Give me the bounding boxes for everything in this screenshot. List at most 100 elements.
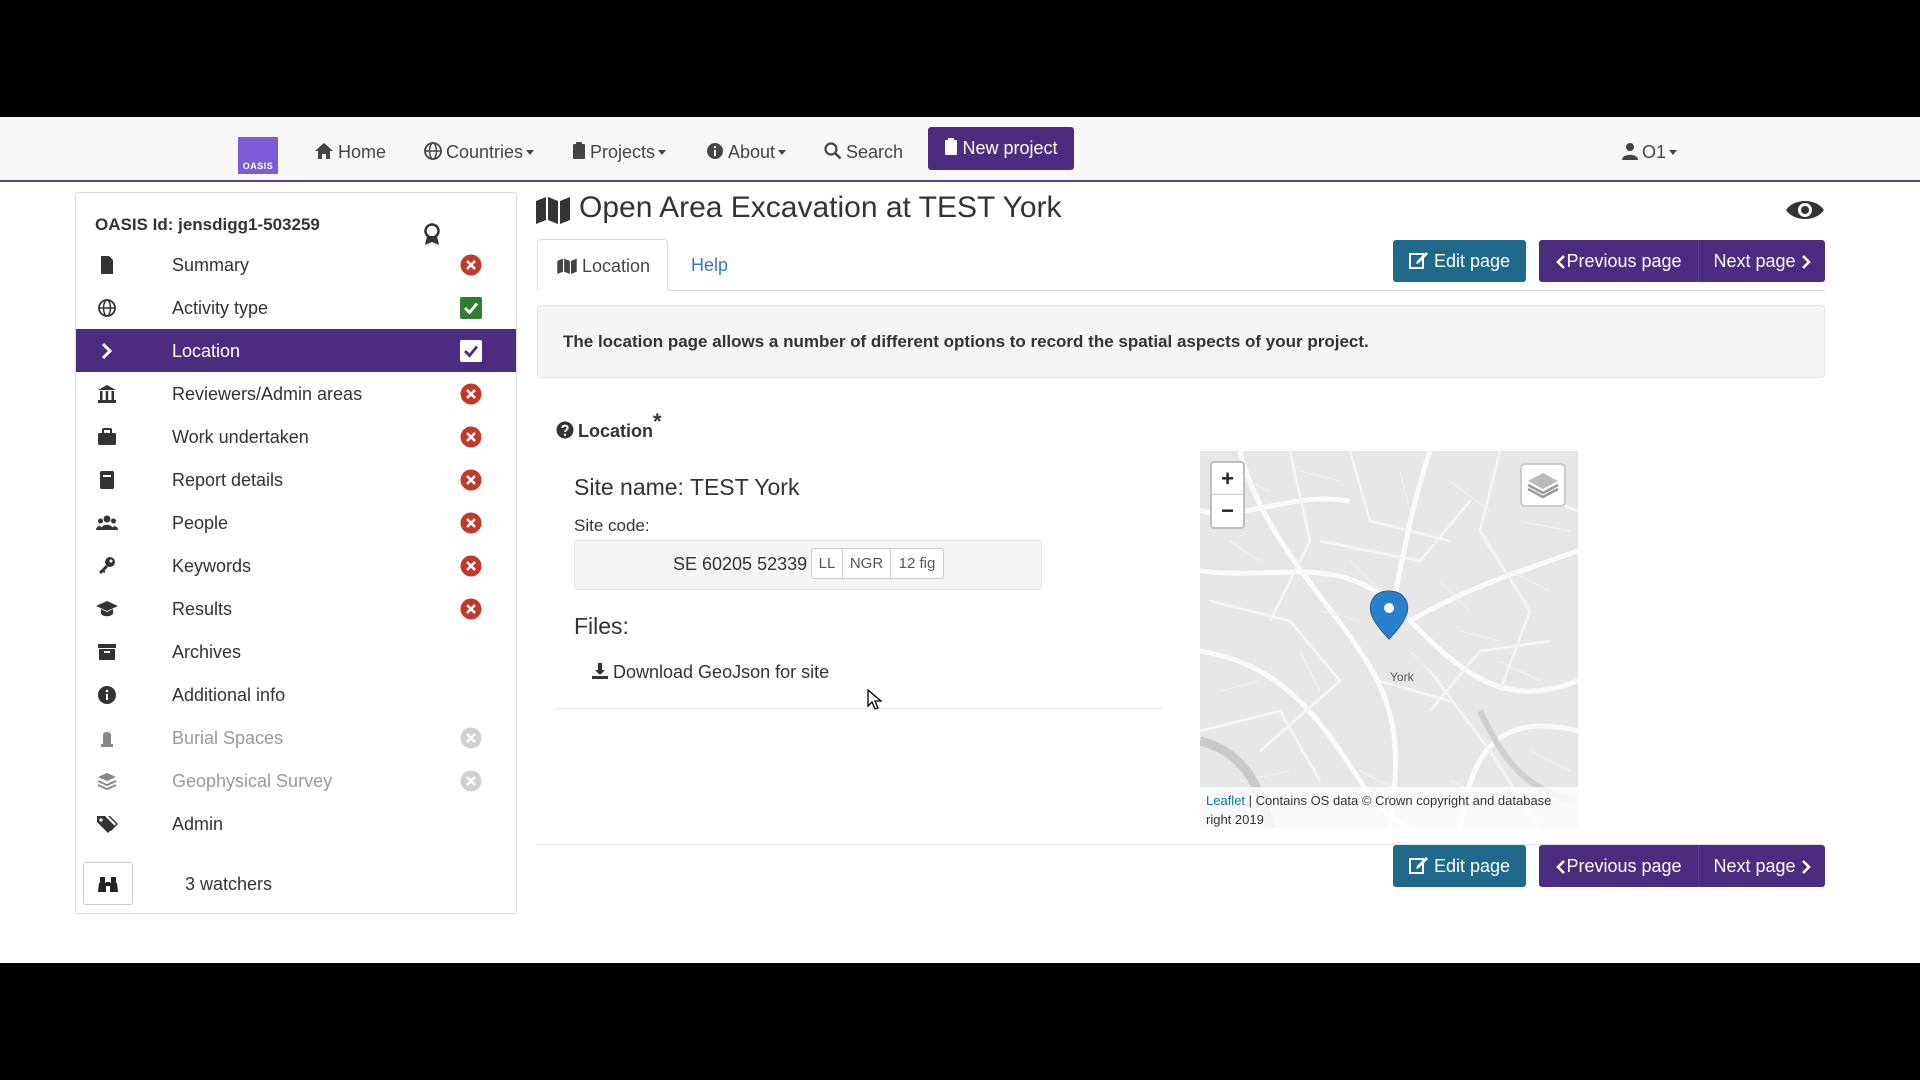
sidebar-item-geophysical-survey[interactable]: Geophysical Survey	[76, 759, 516, 802]
user-menu-label: O1	[1642, 142, 1667, 162]
sidebar-item-admin[interactable]: Admin	[76, 802, 516, 845]
home-icon	[315, 143, 333, 159]
next-page-label: Next page	[1713, 251, 1796, 271]
sidebar-item-label: Reviewers/Admin areas	[172, 384, 363, 404]
nav-countries[interactable]: Countries	[424, 137, 535, 167]
tab-location-label: Location	[582, 256, 651, 276]
new-project-button[interactable]: New project	[928, 127, 1074, 170]
nav-home[interactable]: Home	[314, 137, 386, 167]
book-icon	[100, 471, 114, 489]
zoom-in-button[interactable]: +	[1212, 463, 1243, 495]
previous-page-label: Previous page	[1566, 856, 1682, 876]
sidebar-item-additional-info[interactable]: Additional info	[76, 673, 516, 716]
map-tiles: York	[1200, 451, 1578, 829]
sidebar-item-label: Admin	[172, 814, 224, 834]
graduation-cap-icon	[96, 601, 118, 617]
sidebar-item-label: Work undertaken	[172, 427, 309, 447]
incomplete-icon	[460, 254, 482, 276]
oasis-logo[interactable]: OASIS	[238, 137, 278, 174]
previous-page-button[interactable]: Previous page	[1539, 240, 1699, 282]
info-text: The location page allows a number of dif…	[563, 332, 1369, 351]
tab-location[interactable]: Location	[537, 239, 668, 291]
sidebar-item-label: Summary	[172, 255, 250, 275]
disabled-icon	[460, 727, 482, 749]
caret-down-icon	[1669, 150, 1678, 155]
next-page-button[interactable]: Next page	[1698, 240, 1825, 282]
chevron-left-icon	[1556, 860, 1566, 874]
incomplete-icon	[460, 555, 482, 577]
next-page-button-bottom[interactable]: Next page	[1698, 845, 1825, 887]
layers-button[interactable]	[1520, 463, 1566, 507]
sidebar-item-keywords[interactable]: Keywords	[76, 544, 516, 587]
sidebar-item-label: Archives	[172, 642, 242, 662]
map-icon	[536, 197, 570, 224]
format-ngr-button[interactable]: NGR	[843, 548, 891, 579]
gravestone-icon	[101, 732, 113, 747]
sidebar-item-summary[interactable]: Summary	[76, 243, 516, 286]
chevron-right-icon	[1801, 255, 1811, 269]
nav-search[interactable]: Search	[824, 137, 903, 167]
app-window: OASIS Home Countries Projects About Sear…	[0, 117, 1920, 963]
edit-icon	[1408, 857, 1428, 874]
section-sidebar: OASIS Id: jensdigg1-503259 Summary Activ…	[75, 192, 517, 914]
location-heading: Location*	[556, 409, 662, 442]
nav-home-label: Home	[338, 142, 387, 162]
eye-icon[interactable]	[1785, 197, 1825, 223]
sidebar-item-location[interactable]: Location	[76, 329, 516, 372]
sidebar-item-report-details[interactable]: Report details	[76, 458, 516, 501]
edit-icon	[1408, 252, 1428, 269]
sidebar-item-reviewers-admin-areas[interactable]: Reviewers/Admin areas	[76, 372, 516, 415]
chevron-right-icon	[101, 342, 113, 360]
download-icon	[592, 663, 608, 679]
sidebar-item-results[interactable]: Results	[76, 587, 516, 630]
zoom-out-button[interactable]: −	[1212, 495, 1243, 527]
previous-page-button-bottom[interactable]: Previous page	[1539, 845, 1699, 887]
page-title: Open Area Excavation at TEST York	[579, 191, 1062, 224]
sidebar-item-people[interactable]: People	[76, 501, 516, 544]
briefcase-icon	[98, 428, 116, 445]
incomplete-icon	[460, 426, 482, 448]
incomplete-icon	[460, 512, 482, 534]
sidebar-item-burial-spaces[interactable]: Burial Spaces	[76, 716, 516, 759]
watch-button[interactable]	[83, 862, 133, 905]
institution-icon	[98, 385, 116, 403]
required-asterisk: *	[653, 409, 662, 434]
sidebar-item-label: Additional info	[172, 685, 286, 705]
disabled-icon	[460, 770, 482, 792]
zoom-control: + −	[1210, 461, 1245, 529]
archive-icon	[98, 644, 116, 660]
sidebar-item-archives[interactable]: Archives	[76, 630, 516, 673]
leaflet-link[interactable]: Leaflet	[1206, 793, 1245, 808]
globe-icon	[98, 299, 116, 317]
sidebar-item-activity-type[interactable]: Activity type	[76, 286, 516, 329]
incomplete-icon	[460, 469, 482, 491]
tabs-underline	[537, 290, 1825, 291]
search-icon	[824, 142, 842, 160]
caret-down-icon	[658, 150, 667, 155]
site-code-panel: SE 60205 52339 LL NGR 12 fig	[574, 540, 1042, 590]
file-icon	[101, 256, 113, 274]
format-ll-button[interactable]: LL	[811, 548, 843, 579]
nav-countries-label: Countries	[446, 142, 524, 162]
edit-page-button[interactable]: Edit page	[1393, 240, 1526, 282]
sidebar-item-work-undertaken[interactable]: Work undertaken	[76, 415, 516, 458]
edit-page-button-bottom[interactable]: Edit page	[1393, 845, 1526, 887]
new-project-label: New project	[962, 138, 1058, 158]
map-icon	[557, 258, 577, 274]
nav-about[interactable]: About	[706, 137, 787, 167]
user-menu[interactable]: O1	[1622, 137, 1678, 167]
edit-page-label: Edit page	[1433, 856, 1511, 876]
download-geojson-link[interactable]: Download GeoJson for site	[591, 662, 829, 683]
nav-projects[interactable]: Projects	[572, 137, 667, 167]
location-map[interactable]: York + − Leaflet | Contains OS data © Cr…	[1200, 451, 1578, 829]
incomplete-icon	[460, 383, 482, 405]
format-12fig-button[interactable]: 12 fig	[891, 548, 944, 579]
caret-down-icon	[778, 150, 787, 155]
complete-icon	[460, 340, 482, 362]
top-navbar: OASIS Home Countries Projects About Sear…	[0, 117, 1920, 182]
question-circle-icon[interactable]	[556, 421, 574, 439]
layers-icon	[97, 773, 117, 791]
sidebar-item-label: Burial Spaces	[172, 728, 284, 748]
sidebar-item-label: Activity type	[172, 298, 269, 318]
tab-help[interactable]: Help	[691, 239, 728, 291]
